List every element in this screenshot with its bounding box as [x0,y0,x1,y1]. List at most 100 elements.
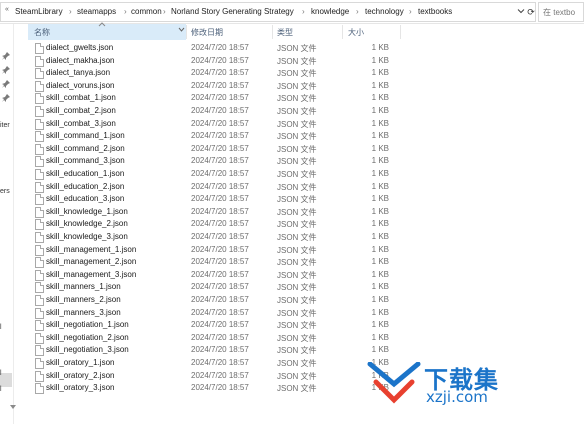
file-size: 1 KB [371,169,389,178]
file-modified-date: 2024/7/20 18:57 [191,156,249,166]
file-name: skill_negotiation_3.json [46,345,129,355]
file-type: JSON 文件 [277,346,317,356]
file-icon [35,370,44,382]
file-row[interactable]: skill_combat_3.json 2024/7/20 18:57 JSON 文… [28,118,584,131]
file-icon [35,282,44,294]
file-type: JSON 文件 [277,107,317,116]
column-divider[interactable] [186,25,187,39]
file-row[interactable]: skill_combat_2.json 2024/7/20 18:57 JSON 文… [28,105,584,118]
nav-item-fragment[interactable]: ers [0,188,10,195]
file-row[interactable]: dialect_makha.json 2024/7/20 18:57 JSON 文件… [28,55,584,68]
file-row[interactable]: skill_knowledge_2.json 2024/7/20 18:57 JSO… [28,218,584,231]
file-size: 1 KB [371,55,389,65]
file-name: skill_knowledge_3.json [46,232,128,241]
breadcrumb-textbooks[interactable]: textbooks [418,7,452,16]
breadcrumb-game[interactable]: Norland Story Generating Strategy [171,7,294,16]
file-row[interactable]: dialect_gwelts.json 2024/7/20 18:57 JSON 文… [28,42,584,55]
pin-icon[interactable] [2,52,10,60]
nav-item-fragment[interactable]: l [0,386,2,393]
file-type: JSON 文件 [277,245,317,255]
file-size: 1 KB [371,345,389,355]
file-row[interactable]: skill_command_1.json 2024/7/20 18:57 JSON … [28,130,584,143]
file-row[interactable]: skill_education_2.json 2024/7/20 18:57 JSO… [28,181,584,194]
breadcrumb-separator[interactable]: › [409,7,412,16]
file-type: JSON 文件 [277,195,317,205]
file-name: skill_management_2.json [46,257,137,267]
chevron-down-icon[interactable] [178,26,185,35]
column-divider[interactable] [400,25,401,39]
file-row[interactable]: skill_education_1.json 2024/7/20 18:57 JSO… [28,168,584,181]
column-header-size[interactable]: 大小 [348,27,364,38]
file-row[interactable]: dialect_tanya.json 2024/7/20 18:57 JSON 文件… [28,67,584,80]
nav-item-fragment[interactable]: l [0,324,2,331]
column-header-type[interactable]: 类型 [277,27,293,38]
breadcrumb-steamlibrary[interactable]: SteamLibrary [15,7,63,16]
file-row[interactable]: skill_negotiation_2.json 2024/7/20 18:57 J… [28,332,584,345]
file-type: JSON 文件 [277,170,317,179]
file-row[interactable]: skill_management_3.json 2024/7/20 18:57 JS… [28,269,584,282]
file-row[interactable]: skill_knowledge_1.json 2024/7/20 18:57 JSO… [28,206,584,219]
file-type: JSON 文件 [277,182,317,192]
file-row[interactable]: skill_negotiation_1.json 2024/7/20 18:57 J… [28,319,584,332]
breadcrumb-technology[interactable]: technology [365,7,404,16]
nav-item-fragment[interactable]: l [0,370,2,377]
scroll-down-icon[interactable] [10,404,16,412]
file-size: 1 KB [371,269,389,279]
breadcrumb-common[interactable]: common [131,7,162,16]
column-header-name[interactable]: 名称 [28,22,186,40]
breadcrumb-separator[interactable]: › [356,7,359,16]
file-type: JSON 文件 [277,220,317,230]
file-row[interactable]: skill_management_1.json 2024/7/20 18:57 JS… [28,244,584,257]
file-row[interactable]: skill_combat_1.json 2024/7/20 18:57 JSON 文… [28,92,584,105]
file-size: 1 KB [371,93,389,103]
file-type: JSON 文件 [277,359,317,368]
file-row[interactable]: skill_knowledge_3.json 2024/7/20 18:57 JSO… [28,231,584,244]
address-bar[interactable]: « SteamLibrary › steamapps › common › No… [0,2,536,22]
file-size: 1 KB [371,68,389,78]
column-divider[interactable] [272,25,273,39]
file-type: JSON 文件 [277,371,317,381]
file-row[interactable]: skill_manners_2.json 2024/7/20 18:57 JSON … [28,294,584,307]
column-header-modified[interactable]: 修改日期 [191,27,223,38]
file-icon [35,181,44,193]
pin-icon[interactable] [2,66,10,74]
file-modified-date: 2024/7/20 18:57 [191,370,249,380]
nav-item-fragment[interactable]: iter [0,122,10,129]
file-icon [35,68,44,80]
chevron-down-icon[interactable] [517,7,525,17]
column-header-row: 名称 修改日期 类型 大小 [28,22,584,40]
file-row[interactable]: skill_manners_3.json 2024/7/20 18:57 JSON … [28,307,584,320]
file-row[interactable]: skill_management_2.json 2024/7/20 18:57 JS… [28,256,584,269]
search-input[interactable]: 在 textbo [538,2,584,22]
file-modified-date: 2024/7/20 18:57 [191,244,249,254]
file-row[interactable]: dialect_voruns.json 2024/7/20 18:57 JSON 文… [28,80,584,93]
file-icon [35,307,44,319]
file-modified-date: 2024/7/20 18:57 [191,219,249,229]
file-modified-date: 2024/7/20 18:57 [191,282,249,292]
file-icon [35,332,44,344]
file-name: skill_oratory_3.json [46,383,115,393]
pin-icon[interactable] [2,94,10,102]
file-row[interactable]: skill_command_3.json 2024/7/20 18:57 JSON … [28,155,584,168]
breadcrumb-separator[interactable]: › [69,7,72,16]
file-row[interactable]: skill_manners_1.json 2024/7/20 18:57 JSON … [28,281,584,294]
overflow-crumbs-icon[interactable]: « [5,6,9,13]
breadcrumb-separator[interactable]: › [163,7,166,16]
file-type: JSON 文件 [277,233,317,242]
file-row[interactable]: skill_negotiation_3.json 2024/7/20 18:57 J… [28,344,584,357]
file-icon [35,106,44,117]
file-row[interactable]: skill_command_2.json 2024/7/20 18:57 JSON … [28,143,584,156]
file-type: JSON 文件 [277,333,317,343]
breadcrumb-steamapps[interactable]: steamapps [77,7,116,16]
refresh-icon[interactable]: ⟳ [525,7,537,21]
breadcrumb-separator[interactable]: › [302,7,305,16]
breadcrumb-separator[interactable]: › [124,7,127,16]
pin-icon[interactable] [2,80,10,88]
breadcrumb-knowledge[interactable]: knowledge [311,7,349,16]
file-modified-date: 2024/7/20 18:57 [191,43,249,52]
file-size: 1 KB [371,257,389,267]
column-divider[interactable] [342,25,343,39]
file-row[interactable]: skill_education_3.json 2024/7/20 18:57 JSO… [28,193,584,206]
file-modified-date: 2024/7/20 18:57 [191,232,249,241]
file-modified-date: 2024/7/20 18:57 [191,345,249,355]
